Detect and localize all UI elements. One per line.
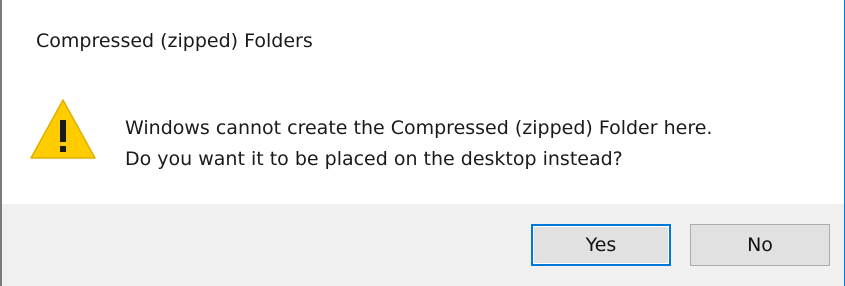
- message-line-1: Windows cannot create the Compressed (zi…: [125, 117, 713, 139]
- message-line-2: Do you want it to be placed on the deskt…: [125, 148, 623, 170]
- dialog-title: Compressed (zipped) Folders: [36, 30, 313, 52]
- message-dialog: Compressed (zipped) Folders Windows cann…: [0, 0, 845, 286]
- yes-button[interactable]: Yes: [531, 224, 671, 266]
- dialog-message: Windows cannot create the Compressed (zi…: [125, 113, 712, 175]
- no-button[interactable]: No: [690, 224, 830, 266]
- button-bar: Yes No: [2, 204, 844, 286]
- warning-icon: [30, 99, 96, 159]
